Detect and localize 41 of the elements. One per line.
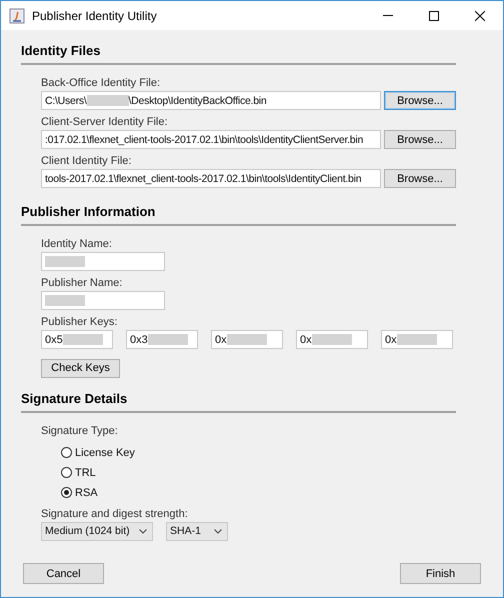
file-path-field[interactable]: tools-2017.02.1\flexnet_client-tools-2017.02.1\bin\tools\IdentityClient.bin xyxy=(41,169,381,188)
window-title: Publisher Identity Utility xyxy=(32,8,158,22)
field-label: Publisher Name: xyxy=(41,277,124,289)
browse-button[interactable]: Browse... xyxy=(384,130,456,149)
app-icon xyxy=(9,8,25,24)
chevron-down-icon xyxy=(214,528,222,534)
finish-button[interactable]: Finish xyxy=(400,563,481,584)
field-label: Publisher Keys: xyxy=(41,316,118,328)
check-keys-button[interactable]: Check Keys xyxy=(41,358,120,378)
key-field[interactable]: 0x3 xyxy=(126,330,198,349)
cancel-button[interactable]: Cancel xyxy=(23,563,104,584)
field-label: Back-Office Identity File: xyxy=(41,77,162,89)
key-field[interactable]: 0x xyxy=(381,330,453,349)
field-label: Signature Type: xyxy=(41,424,119,436)
field-label: Client-Server Identity File: xyxy=(41,116,169,128)
section-heading: Publisher Information xyxy=(21,204,156,219)
radio-label: RSA xyxy=(75,486,98,498)
browse-button[interactable]: Browse... xyxy=(384,91,456,110)
browse-button[interactable]: Browse... xyxy=(384,169,456,188)
field-label: Client Identity File: xyxy=(41,155,132,167)
text-field[interactable] xyxy=(41,252,165,271)
radio-label: License Key xyxy=(75,446,135,458)
field-label: Signature and digest strength: xyxy=(41,508,189,520)
text-field[interactable] xyxy=(41,291,165,310)
close-icon[interactable] xyxy=(475,10,485,20)
dropdown[interactable]: SHA-1 xyxy=(166,522,228,540)
radio-button[interactable] xyxy=(61,447,72,458)
dropdown[interactable]: Medium (1024 bit) xyxy=(41,522,153,540)
field-label: Identity Name: xyxy=(41,238,113,250)
file-path-field[interactable]: :017.02.1\flexnet_client-tools-2017.02.1\bin\tools\IdentityClientServer.bin xyxy=(41,130,381,149)
maximize-icon[interactable] xyxy=(429,10,439,20)
section-heading: Signature Details xyxy=(21,390,128,406)
section-heading: Identity Files xyxy=(21,43,100,58)
key-field[interactable]: 0x5 xyxy=(41,330,113,349)
key-field[interactable]: 0x xyxy=(211,330,283,349)
radio-button[interactable] xyxy=(61,467,72,478)
chevron-down-icon xyxy=(139,528,147,534)
radio-button[interactable] xyxy=(61,487,72,498)
file-path-field[interactable]: C:\Users\ \Desktop\IdentityBackOffice.bin xyxy=(41,91,381,110)
radio-label: TRL xyxy=(75,466,96,478)
key-field[interactable]: 0x xyxy=(296,330,368,349)
